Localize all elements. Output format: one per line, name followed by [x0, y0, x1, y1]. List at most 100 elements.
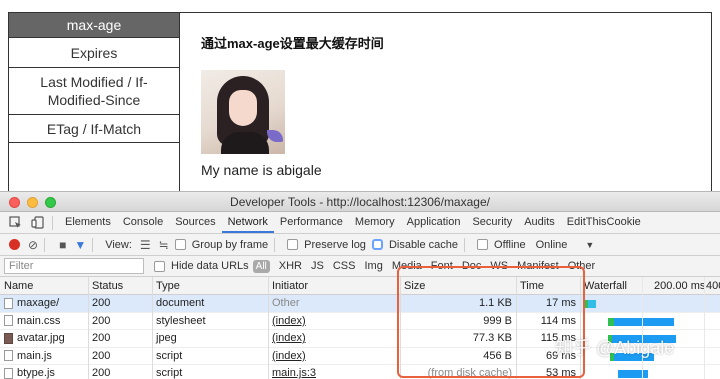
- waterfall-bar: [618, 370, 648, 378]
- column-header-name[interactable]: Name: [0, 277, 88, 294]
- filter-type-xhr[interactable]: XHR: [279, 260, 302, 272]
- row-name: main.js: [17, 349, 52, 362]
- hide-data-urls-label: Hide data URLs: [171, 260, 249, 272]
- tab-editthiscookie[interactable]: EditThisCookie: [561, 212, 647, 233]
- throttling-select[interactable]: Online: [536, 239, 568, 251]
- filter-icon[interactable]: ▼: [74, 239, 86, 251]
- screenshot: max-age Expires Last Modified / If-Modif…: [0, 0, 720, 379]
- waterfall-tick-label: 200.00 ms: [654, 280, 706, 292]
- overview-icon[interactable]: ≒: [159, 239, 169, 251]
- waterfall-cell: [580, 313, 720, 330]
- row-status: 200: [92, 314, 111, 327]
- row-time: 114 ms: [540, 314, 576, 327]
- chevron-down-icon[interactable]: ▼: [585, 240, 594, 250]
- column-header-status[interactable]: Status: [88, 277, 152, 294]
- row-status: 200: [92, 349, 111, 362]
- filter-type-img[interactable]: Img: [364, 260, 382, 272]
- nav-item-etag[interactable]: ETag / If-Match: [9, 115, 179, 143]
- row-initiator[interactable]: (index): [268, 330, 400, 347]
- row-name: main.css: [17, 314, 61, 327]
- nav-item-last-modified[interactable]: Last Modified / If-Modified-Since: [9, 68, 179, 115]
- devtools-tabbar: Elements Console Sources Network Perform…: [0, 212, 720, 234]
- row-initiator: Other: [272, 297, 300, 310]
- filter-input[interactable]: [4, 258, 144, 274]
- tab-console[interactable]: Console: [117, 212, 169, 233]
- filter-type-ws[interactable]: WS: [490, 260, 508, 272]
- filter-type-js[interactable]: JS: [311, 260, 324, 272]
- watermark: 知乎 @Abigale: [555, 338, 675, 358]
- file-icon: [4, 297, 13, 309]
- column-header-time[interactable]: Time: [516, 277, 580, 294]
- devtools-titlebar: Developer Tools - http://localhost:12306…: [0, 192, 720, 212]
- waterfall-bar: [614, 317, 674, 326]
- tab-performance[interactable]: Performance: [274, 212, 349, 233]
- tab-sources[interactable]: Sources: [169, 212, 221, 233]
- filter-type-manifest[interactable]: Manifest: [517, 260, 559, 272]
- preserve-log-checkbox[interactable]: [287, 239, 299, 250]
- row-initiator[interactable]: (index): [268, 348, 400, 365]
- row-name: maxage/: [17, 297, 60, 310]
- row-type: script: [156, 367, 183, 379]
- filter-type-media[interactable]: Media: [392, 260, 422, 272]
- table-header: Name Status Type Initiator Size Time Wat…: [0, 277, 720, 295]
- row-status: 200: [92, 367, 111, 379]
- hide-data-urls-checkbox[interactable]: [154, 260, 165, 272]
- offline-checkbox[interactable]: [477, 239, 489, 250]
- tab-application[interactable]: Application: [401, 212, 467, 233]
- device-toolbar-icon[interactable]: [30, 216, 44, 230]
- column-header-type[interactable]: Type: [152, 277, 268, 294]
- table-row[interactable]: btype.js 200 script main.js:3 (from disk…: [0, 365, 720, 379]
- waterfall-cell: [580, 295, 720, 312]
- cache-nav: max-age Expires Last Modified / If-Modif…: [9, 13, 180, 191]
- column-header-size[interactable]: Size: [400, 277, 516, 294]
- caption-text: My name is abigale: [201, 162, 322, 178]
- row-status: 200: [92, 297, 111, 310]
- tab-audits[interactable]: Audits: [518, 212, 561, 233]
- view-label: View:: [105, 238, 132, 251]
- tab-elements[interactable]: Elements: [59, 212, 117, 233]
- tab-memory[interactable]: Memory: [349, 212, 401, 233]
- inspect-element-icon[interactable]: [8, 216, 22, 230]
- image-file-icon: [4, 332, 13, 344]
- network-toolbar: ⊘ ■ ▼ View: ☰ ≒ Group by frame Preserve …: [0, 234, 720, 256]
- filter-type-other[interactable]: Other: [568, 260, 596, 272]
- tab-security[interactable]: Security: [466, 212, 518, 233]
- disable-cache-label: Disable cache: [388, 238, 459, 251]
- waterfall-tick-label-2: 400: [706, 280, 720, 292]
- filter-type-font[interactable]: Font: [431, 260, 453, 272]
- preserve-log-label: Preserve log: [304, 238, 366, 251]
- row-type: document: [156, 297, 205, 310]
- row-status: 200: [92, 332, 111, 345]
- large-rows-icon[interactable]: ☰: [140, 239, 151, 251]
- row-type: script: [156, 349, 183, 362]
- row-initiator[interactable]: (index): [268, 313, 400, 330]
- nav-item-expires[interactable]: Expires: [9, 38, 179, 68]
- demo-page: max-age Expires Last Modified / If-Modif…: [8, 12, 712, 202]
- row-name: avatar.jpg: [17, 332, 65, 345]
- filter-type-css[interactable]: CSS: [333, 260, 356, 272]
- table-row[interactable]: main.css 200 stylesheet (index) 999 B 11…: [0, 313, 720, 330]
- file-icon: [4, 350, 13, 362]
- table-row[interactable]: maxage/ 200 document Other 1.1 KB 17 ms: [0, 295, 720, 313]
- column-header-initiator[interactable]: Initiator: [268, 277, 400, 294]
- window-title: Developer Tools - http://localhost:12306…: [230, 195, 490, 209]
- offline-label: Offline: [494, 238, 526, 251]
- row-initiator[interactable]: main.js:3: [268, 365, 400, 379]
- group-by-frame-checkbox[interactable]: [174, 239, 186, 250]
- row-time: 17 ms: [546, 297, 576, 310]
- file-icon: [4, 315, 13, 327]
- capture-screenshots-icon[interactable]: ■: [59, 239, 66, 251]
- row-name: btype.js: [17, 367, 55, 379]
- filter-bar: Hide data URLs All XHR JS CSS Img Media …: [0, 256, 720, 277]
- tab-network[interactable]: Network: [221, 212, 274, 233]
- disable-cache-checkbox[interactable]: [371, 239, 383, 250]
- filter-type-doc[interactable]: Doc: [462, 260, 482, 272]
- row-size: 77.3 KB: [472, 332, 512, 345]
- nav-item-max-age[interactable]: max-age: [9, 13, 179, 38]
- row-size: 1.1 KB: [478, 297, 512, 310]
- row-type: jpeg: [156, 332, 177, 345]
- clear-icon[interactable]: ⊘: [28, 239, 38, 251]
- file-icon: [4, 367, 13, 379]
- record-icon[interactable]: [9, 239, 20, 250]
- filter-type-all[interactable]: All: [252, 259, 270, 273]
